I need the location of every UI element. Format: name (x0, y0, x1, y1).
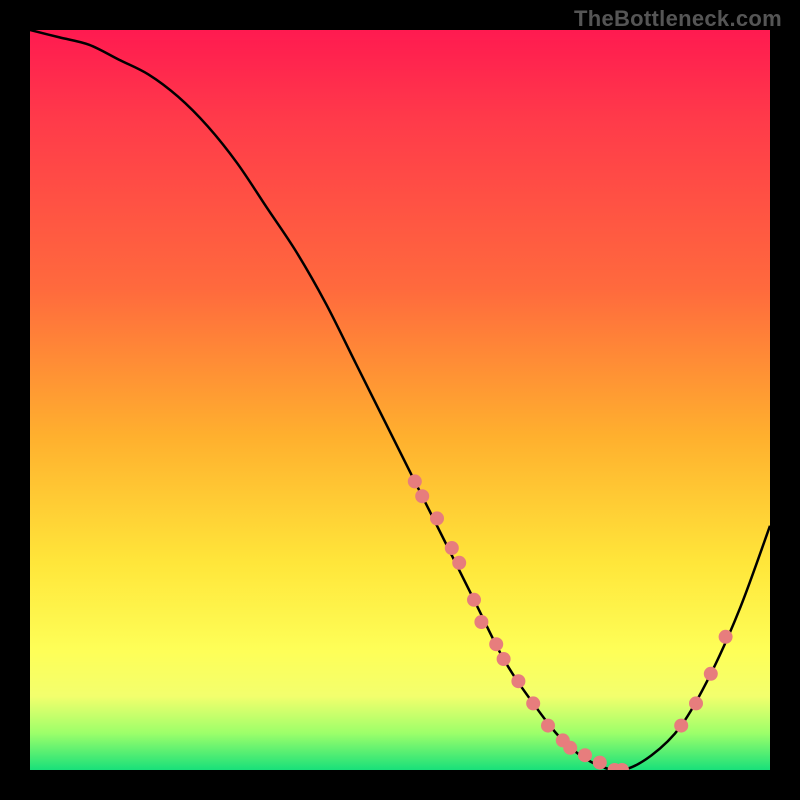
chart-container: TheBottleneck.com (0, 0, 800, 800)
data-point (526, 696, 540, 710)
data-point (578, 748, 592, 762)
data-point (415, 489, 429, 503)
data-point (430, 511, 444, 525)
data-point (704, 667, 718, 681)
data-point (408, 474, 422, 488)
data-point (719, 630, 733, 644)
data-point (474, 615, 488, 629)
data-point (541, 719, 555, 733)
data-point (674, 719, 688, 733)
data-point (445, 541, 459, 555)
data-point (489, 637, 503, 651)
watermark-text: TheBottleneck.com (574, 6, 782, 32)
data-point (497, 652, 511, 666)
chart-svg (30, 30, 770, 770)
plot-area (30, 30, 770, 770)
data-point (452, 556, 466, 570)
data-point (689, 696, 703, 710)
data-point (511, 674, 525, 688)
data-point (593, 756, 607, 770)
data-point (467, 593, 481, 607)
data-point (563, 741, 577, 755)
curve (30, 30, 770, 770)
